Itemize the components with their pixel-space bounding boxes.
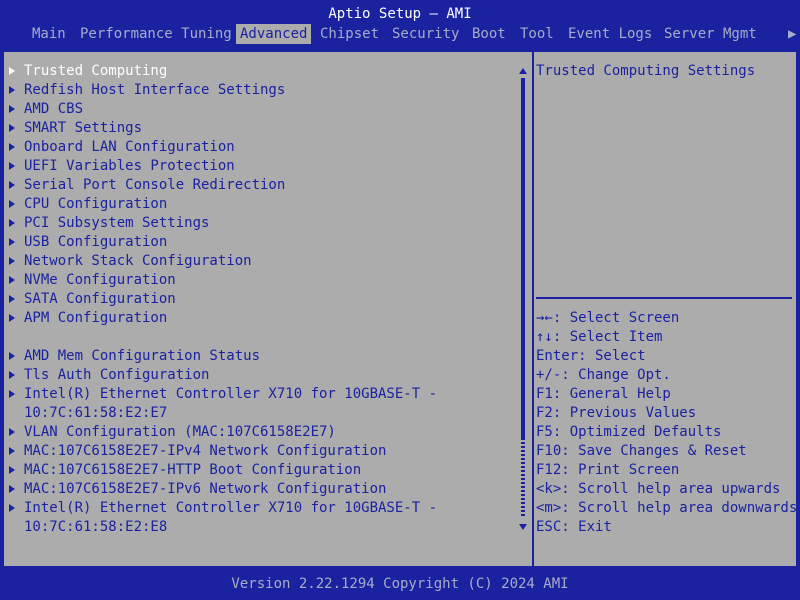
- key-help-scroll-down: <m>: Scroll help area downwards: [536, 500, 798, 516]
- menu-spacer: [4, 328, 516, 347]
- menu-item-onboard-lan[interactable]: Onboard LAN Configuration: [4, 138, 516, 157]
- key-help-esc: ESC: Exit: [536, 519, 612, 535]
- advanced-menu-list: Trusted Computing Redfish Host Interface…: [4, 62, 516, 537]
- submenu-arrow-icon: [9, 276, 15, 284]
- menu-item-intel-x710-port1[interactable]: Intel(R) Ethernet Controller X710 for 10…: [4, 385, 516, 404]
- scrollbar-thumb[interactable]: [521, 78, 525, 438]
- tab-tool[interactable]: Tool: [516, 24, 558, 44]
- submenu-arrow-icon: [9, 162, 15, 170]
- key-help-enter: Enter: Select: [536, 348, 646, 364]
- key-help-f1: F1: General Help: [536, 386, 671, 402]
- main-panel: Trusted Computing Redfish Host Interface…: [4, 52, 797, 566]
- submenu-arrow-icon: [9, 238, 15, 246]
- submenu-arrow-icon: [9, 390, 15, 398]
- key-help-f2: F2: Previous Values: [536, 405, 697, 421]
- menu-item-usb-configuration[interactable]: USB Configuration: [4, 233, 516, 252]
- help-description: Trusted Computing Settings: [536, 63, 756, 79]
- panel-divider: [532, 52, 534, 566]
- help-divider: [536, 297, 792, 299]
- key-help-scroll-up: <k>: Scroll help area upwards: [536, 481, 781, 497]
- menu-item-smart-settings[interactable]: SMART Settings: [4, 119, 516, 138]
- tab-boot[interactable]: Boot: [468, 24, 510, 44]
- scroll-down-arrow-icon[interactable]: [519, 524, 527, 530]
- submenu-arrow-icon: [9, 504, 15, 512]
- submenu-arrow-icon: [9, 105, 15, 113]
- menu-item-ipv4-network[interactable]: MAC:107C6158E2E7-IPv4 Network Configurat…: [4, 442, 516, 461]
- menu-item-tls-auth[interactable]: Tls Auth Configuration: [4, 366, 516, 385]
- submenu-arrow-icon: [9, 314, 15, 322]
- submenu-arrow-icon: [9, 200, 15, 208]
- tab-event-logs[interactable]: Event Logs: [564, 24, 656, 44]
- key-help-f12: F12: Print Screen: [536, 462, 680, 478]
- submenu-arrow-icon: [9, 466, 15, 474]
- submenu-arrow-icon: [9, 485, 15, 493]
- tab-advanced[interactable]: Advanced: [236, 24, 312, 44]
- menu-item-http-boot[interactable]: MAC:107C6158E2E7-HTTP Boot Configuration: [4, 461, 516, 480]
- submenu-arrow-icon: [9, 181, 15, 189]
- key-help-f10: F10: Save Changes & Reset: [536, 443, 747, 459]
- bios-setup-screen: Aptio Setup – AMI Main Performance Tunin…: [0, 0, 800, 600]
- submenu-arrow-icon: [9, 257, 15, 265]
- submenu-arrow-icon: [9, 352, 15, 360]
- menu-item-pci-subsystem[interactable]: PCI Subsystem Settings: [4, 214, 516, 233]
- menu-item-vlan-configuration[interactable]: VLAN Configuration (MAC:107C6158E2E7): [4, 423, 516, 442]
- menu-item-sata-configuration[interactable]: SATA Configuration: [4, 290, 516, 309]
- submenu-arrow-icon: [9, 447, 15, 455]
- key-help-list: →←: Select Screen ↑↓: Select Item Enter:…: [536, 309, 797, 537]
- menu-item-intel-x710-port1-mac: 10:7C:61:58:E2:E7: [24, 405, 168, 421]
- menu-item-intel-x710-port2-mac: 10:7C:61:58:E2:E8: [24, 519, 168, 535]
- submenu-arrow-icon: [9, 124, 15, 132]
- submenu-arrow-icon: [9, 219, 15, 227]
- submenu-arrow-icon: [9, 143, 15, 151]
- tab-main[interactable]: Main: [28, 24, 70, 44]
- key-help-select-screen: →←: Select Screen: [536, 310, 680, 326]
- submenu-arrow-icon: [9, 86, 15, 94]
- menu-item-cpu-configuration[interactable]: CPU Configuration: [4, 195, 516, 214]
- key-help-f5: F5: Optimized Defaults: [536, 424, 722, 440]
- menu-item-ipv6-network[interactable]: MAC:107C6158E2E7-IPv6 Network Configurat…: [4, 480, 516, 499]
- menu-item-trusted-computing[interactable]: Trusted Computing: [4, 62, 516, 81]
- key-help-select-item: ↑↓: Select Item: [536, 329, 663, 345]
- menu-item-amd-mem-status[interactable]: AMD Mem Configuration Status: [4, 347, 516, 366]
- app-title: Aptio Setup – AMI: [328, 6, 472, 22]
- submenu-arrow-icon: [9, 428, 15, 436]
- tab-performance-tuning[interactable]: Performance Tuning: [76, 24, 236, 44]
- tab-server-mgmt[interactable]: Server Mgmt: [660, 24, 761, 44]
- menu-item-uefi-variables-protection[interactable]: UEFI Variables Protection: [4, 157, 516, 176]
- menu-item-network-stack[interactable]: Network Stack Configuration: [4, 252, 516, 271]
- tab-chipset[interactable]: Chipset: [316, 24, 383, 44]
- menu-item-intel-x710-port2[interactable]: Intel(R) Ethernet Controller X710 for 10…: [4, 499, 516, 518]
- tab-bar: Main Performance Tuning Advanced Chipset…: [0, 24, 800, 44]
- menu-item-redfish-host-interface[interactable]: Redfish Host Interface Settings: [4, 81, 516, 100]
- menu-item-nvme-configuration[interactable]: NVMe Configuration: [4, 271, 516, 290]
- more-tabs-arrow-icon[interactable]: ▶: [788, 24, 796, 44]
- menu-item-apm-configuration[interactable]: APM Configuration: [4, 309, 516, 328]
- submenu-arrow-icon: [9, 295, 15, 303]
- submenu-arrow-icon: [9, 67, 15, 75]
- scroll-up-arrow-icon[interactable]: [519, 68, 527, 74]
- submenu-arrow-icon: [9, 371, 15, 379]
- key-help-change-opt: +/-: Change Opt.: [536, 367, 671, 383]
- menu-item-amd-cbs[interactable]: AMD CBS: [4, 100, 516, 119]
- version-footer: Version 2.22.1294 Copyright (C) 2024 AMI: [231, 576, 569, 592]
- menu-item-serial-port-console[interactable]: Serial Port Console Redirection: [4, 176, 516, 195]
- tab-security[interactable]: Security: [388, 24, 463, 44]
